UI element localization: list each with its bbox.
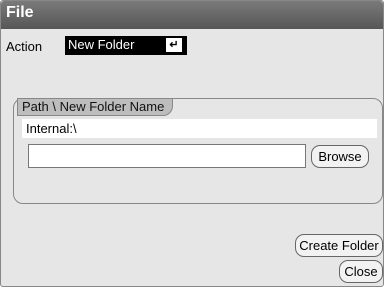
action-label: Action <box>6 39 43 54</box>
current-path-field: Internal:\ <box>22 119 377 138</box>
action-dropdown[interactable]: New Folder ↵ <box>65 36 187 55</box>
action-selected-value: New Folder <box>68 37 135 52</box>
title-bar: File <box>1 1 383 29</box>
folder-name-input[interactable] <box>28 144 306 168</box>
path-group-title: Path \ New Folder Name <box>17 98 174 116</box>
close-button[interactable]: Close <box>339 260 383 283</box>
enter-icon: ↵ <box>166 38 182 52</box>
create-folder-button[interactable]: Create Folder <box>295 234 383 257</box>
browse-button[interactable]: Browse <box>311 145 369 168</box>
current-path-text: Internal:\ <box>26 121 77 136</box>
window-title: File <box>6 4 34 21</box>
file-dialog: File Action New Folder ↵ Path \ New Fold… <box>0 0 384 287</box>
